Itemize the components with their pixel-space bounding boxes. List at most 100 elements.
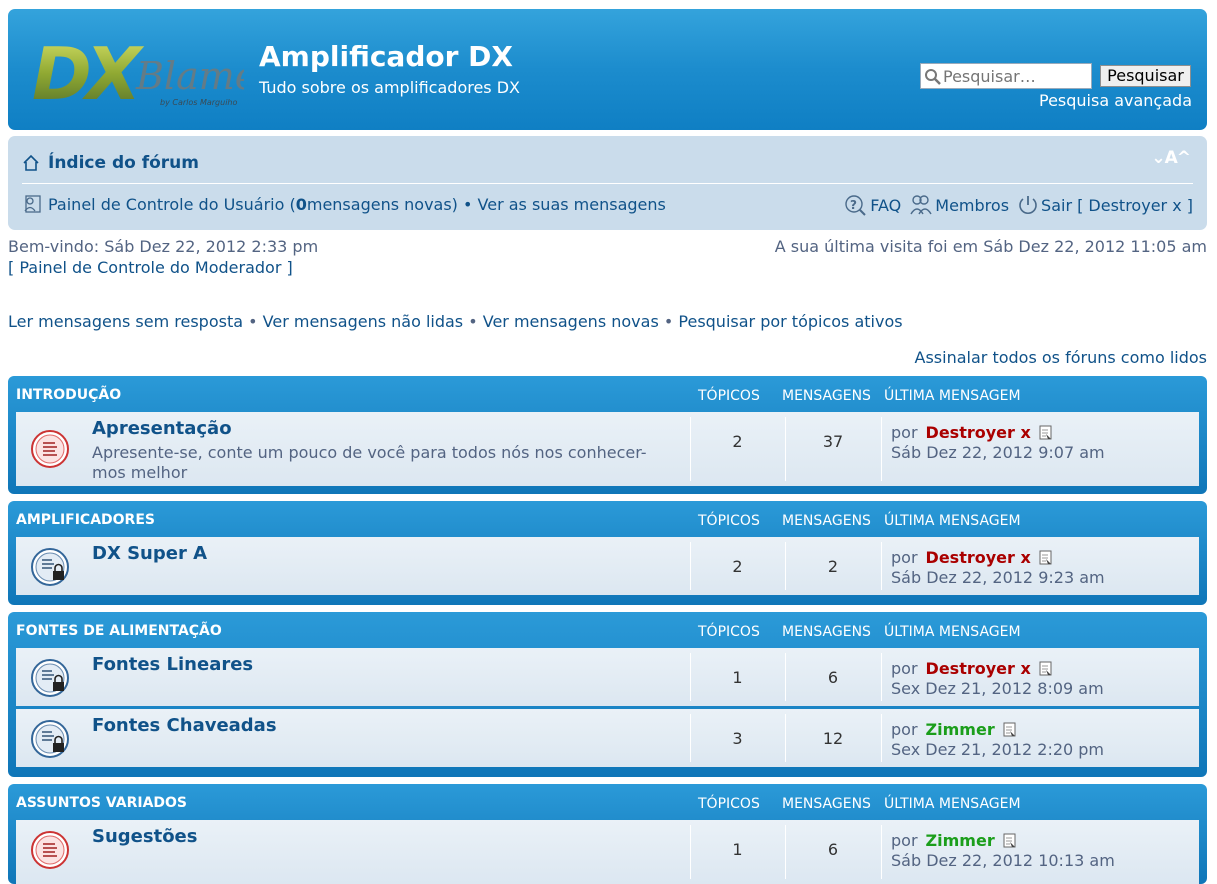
category-header: ASSUNTOS VARIADOS TÓPICOS MENSAGENS ÚLTI… bbox=[8, 784, 1207, 820]
forum-row: Fontes Chaveadas 3 12 por Zimmer Sex Dez… bbox=[16, 709, 1199, 767]
site-logo[interactable]: DX Blame by Carlos Marguiho bbox=[32, 31, 244, 115]
posts-count: 2 bbox=[827, 557, 839, 576]
column-divider bbox=[881, 417, 882, 481]
logout-link[interactable]: Sair [ Destroyer x ] bbox=[1041, 196, 1193, 215]
separator: • bbox=[658, 312, 679, 331]
forum-title-link[interactable]: Apresentação bbox=[92, 418, 232, 439]
last-post-date: Sáb Dez 22, 2012 9:07 am bbox=[891, 443, 1105, 462]
view-latest-post-icon[interactable] bbox=[1039, 425, 1053, 441]
category-title[interactable]: FONTES DE ALIMENTAÇÃO bbox=[16, 623, 222, 639]
last-post-column-header: ÚLTIMA MENSAGEM bbox=[884, 388, 1021, 404]
new-posts-link[interactable]: Ver mensagens novas bbox=[483, 312, 659, 331]
posts-column-header: MENSAGENS bbox=[782, 796, 871, 812]
new-messages-suffix[interactable]: mensagens novas) bbox=[307, 195, 458, 214]
posts-count: 37 bbox=[822, 432, 844, 451]
forum-title-link[interactable]: Sugestões bbox=[92, 826, 197, 847]
search-icon bbox=[925, 69, 941, 85]
topics-count: 3 bbox=[732, 729, 743, 748]
unanswered-posts-link[interactable]: Ler mensagens sem resposta bbox=[8, 312, 243, 331]
view-your-posts-link[interactable]: Ver as suas mensagens bbox=[478, 195, 666, 214]
advanced-search-link[interactable]: Pesquisa avançada bbox=[1039, 91, 1192, 110]
view-latest-post-icon[interactable] bbox=[1003, 833, 1017, 849]
welcome-text: Bem-vindo: Sáb Dez 22, 2012 2:33 pm bbox=[8, 237, 319, 256]
navbar: Índice do fórum ⌄A^ Painel de Controle d… bbox=[8, 136, 1207, 230]
separator: • bbox=[457, 194, 478, 214]
topics-column-header: TÓPICOS bbox=[698, 796, 760, 812]
new-messages-count[interactable]: 0 bbox=[296, 195, 307, 214]
category-title[interactable]: INTRODUÇÃO bbox=[16, 387, 121, 403]
last-post-column-header: ÚLTIMA MENSAGEM bbox=[884, 513, 1021, 529]
last-visit-text: A sua última visita foi em Sáb Dez 22, 2… bbox=[774, 237, 1207, 256]
last-post-author-link[interactable]: Destroyer x bbox=[926, 423, 1031, 442]
view-latest-post-icon[interactable] bbox=[1003, 722, 1017, 738]
user-cp-icon bbox=[24, 195, 41, 213]
category-header: FONTES DE ALIMENTAÇÃO TÓPICOS MENSAGENS … bbox=[8, 612, 1207, 648]
last-post-date: Sáb Dez 22, 2012 10:13 am bbox=[891, 851, 1115, 870]
topics-count: 2 bbox=[732, 557, 743, 576]
column-divider bbox=[881, 542, 882, 590]
forum-index-link[interactable]: Índice do fórum bbox=[22, 153, 199, 173]
active-topics-link[interactable]: Pesquisar por tópicos ativos bbox=[678, 312, 902, 331]
last-post-column-header: ÚLTIMA MENSAGEM bbox=[884, 624, 1021, 640]
forum-locked-icon bbox=[31, 720, 69, 758]
search-links: Ler mensagens sem resposta • Ver mensage… bbox=[8, 312, 903, 331]
category-title[interactable]: ASSUNTOS VARIADOS bbox=[16, 795, 187, 811]
column-divider bbox=[881, 714, 882, 762]
posts-column-header: MENSAGENS bbox=[782, 624, 871, 640]
column-divider bbox=[881, 653, 882, 701]
site-header: DX Blame by Carlos Marguiho Amplificador… bbox=[8, 9, 1207, 130]
posts-count: 6 bbox=[827, 668, 839, 687]
forum-row: Apresentação Apresente-se, conte um pouc… bbox=[16, 412, 1199, 486]
svg-text:?: ? bbox=[850, 198, 857, 212]
category-title[interactable]: AMPLIFICADORES bbox=[16, 512, 155, 528]
forum-index-label: Índice do fórum bbox=[48, 153, 199, 173]
moderator-panel-link[interactable]: [ Painel de Controle do Moderador ] bbox=[8, 258, 293, 277]
topics-column-header: TÓPICOS bbox=[698, 388, 760, 404]
topics-count: 1 bbox=[732, 668, 743, 687]
forum-title-link[interactable]: Fontes Lineares bbox=[92, 654, 253, 675]
topics-column-header: TÓPICOS bbox=[698, 513, 760, 529]
by-label: por bbox=[891, 548, 918, 567]
forum-title-link[interactable]: Fontes Chaveadas bbox=[92, 715, 277, 736]
last-post-author-link[interactable]: Zimmer bbox=[926, 831, 995, 850]
user-cp-link[interactable]: Painel de Controle do Usuário ( bbox=[48, 195, 296, 214]
category-block: ASSUNTOS VARIADOS TÓPICOS MENSAGENS ÚLTI… bbox=[8, 784, 1207, 884]
faq-icon: ? bbox=[845, 195, 866, 216]
category-block: AMPLIFICADORES TÓPICOS MENSAGENS ÚLTIMA … bbox=[8, 501, 1207, 605]
last-post-author-link[interactable]: Destroyer x bbox=[926, 548, 1031, 567]
members-icon bbox=[910, 195, 932, 215]
faq-link[interactable]: FAQ bbox=[870, 196, 901, 215]
last-post-date: Sáb Dez 22, 2012 9:23 am bbox=[891, 568, 1105, 587]
search-button[interactable]: Pesquisar bbox=[1100, 65, 1191, 87]
unread-posts-link[interactable]: Ver mensagens não lidas bbox=[263, 312, 464, 331]
members-link[interactable]: Membros bbox=[935, 196, 1009, 215]
posts-count: 12 bbox=[822, 729, 844, 748]
view-latest-post-icon[interactable] bbox=[1039, 550, 1053, 566]
home-icon bbox=[23, 154, 39, 171]
by-label: por bbox=[891, 831, 918, 850]
last-post-date: Sex Dez 21, 2012 8:09 am bbox=[891, 679, 1104, 698]
font-resize-icon[interactable]: ⌄A^ bbox=[1151, 148, 1191, 168]
by-label: por bbox=[891, 423, 918, 442]
forum-title-link[interactable]: DX Super A bbox=[92, 543, 207, 564]
last-post-author-link[interactable]: Zimmer bbox=[926, 720, 995, 739]
forum-locked-icon bbox=[31, 659, 69, 697]
column-divider bbox=[881, 825, 882, 879]
forum-description: Apresente-se, conte um pouco de você par… bbox=[92, 443, 647, 482]
navbar-right-links: ? FAQ Membros Sair [ Destroyer x ] bbox=[844, 194, 1193, 216]
view-latest-post-icon[interactable] bbox=[1039, 661, 1053, 677]
separator: • bbox=[243, 312, 263, 331]
navbar-user-links: Painel de Controle do Usuário (0 mensage… bbox=[22, 194, 666, 214]
last-post-author-line: por Destroyer x bbox=[891, 659, 1053, 678]
svg-text:DX: DX bbox=[32, 32, 145, 115]
by-label: por bbox=[891, 659, 918, 678]
search-input[interactable] bbox=[943, 66, 1089, 86]
last-post-column-header: ÚLTIMA MENSAGEM bbox=[884, 796, 1021, 812]
logout-icon bbox=[1019, 196, 1037, 214]
svg-text:by Carlos Marguiho: by Carlos Marguiho bbox=[160, 98, 237, 107]
by-label: por bbox=[891, 720, 918, 739]
mark-forums-read-link[interactable]: Assinalar todos os fóruns como lidos bbox=[915, 348, 1207, 367]
last-post-author-link[interactable]: Destroyer x bbox=[926, 659, 1031, 678]
last-post-author-line: por Destroyer x bbox=[891, 423, 1053, 442]
separator: • bbox=[463, 312, 483, 331]
